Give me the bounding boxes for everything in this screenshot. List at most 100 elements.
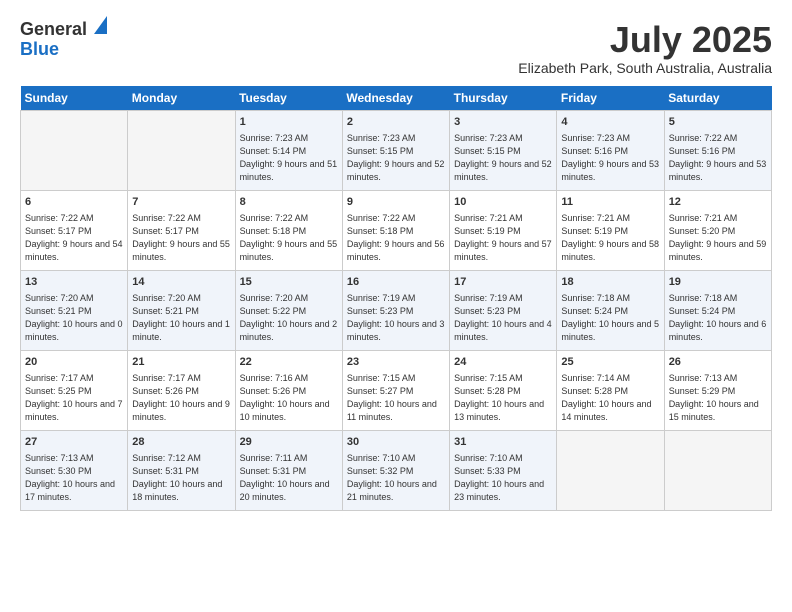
logo: General Blue: [20, 20, 107, 60]
day-number: 8: [240, 195, 338, 210]
calendar-cell: 31 Sunrise: 7:10 AMSunset: 5:33 PMDaylig…: [450, 430, 557, 510]
day-number: 18: [561, 275, 659, 290]
day-number: 27: [25, 435, 123, 450]
day-info: Sunrise: 7:23 AMSunset: 5:14 PMDaylight:…: [240, 132, 338, 184]
day-info: Sunrise: 7:21 AMSunset: 5:20 PMDaylight:…: [669, 212, 767, 264]
calendar-cell: 9 Sunrise: 7:22 AMSunset: 5:18 PMDayligh…: [342, 190, 449, 270]
day-info: Sunrise: 7:13 AMSunset: 5:29 PMDaylight:…: [669, 372, 767, 424]
day-info: Sunrise: 7:10 AMSunset: 5:32 PMDaylight:…: [347, 452, 445, 504]
day-info: Sunrise: 7:17 AMSunset: 5:25 PMDaylight:…: [25, 372, 123, 424]
day-number: 21: [132, 355, 230, 370]
calendar-cell: 16 Sunrise: 7:19 AMSunset: 5:23 PMDaylig…: [342, 270, 449, 350]
calendar-cell: 22 Sunrise: 7:16 AMSunset: 5:26 PMDaylig…: [235, 350, 342, 430]
weekday-header-tuesday: Tuesday: [235, 86, 342, 111]
day-number: 10: [454, 195, 552, 210]
week-row-1: 1 Sunrise: 7:23 AMSunset: 5:14 PMDayligh…: [21, 110, 772, 190]
day-number: 14: [132, 275, 230, 290]
calendar-cell: 20 Sunrise: 7:17 AMSunset: 5:25 PMDaylig…: [21, 350, 128, 430]
logo-general: General: [20, 19, 87, 39]
calendar-cell: [21, 110, 128, 190]
day-number: 23: [347, 355, 445, 370]
day-info: Sunrise: 7:22 AMSunset: 5:18 PMDaylight:…: [240, 212, 338, 264]
calendar-cell: 24 Sunrise: 7:15 AMSunset: 5:28 PMDaylig…: [450, 350, 557, 430]
calendar-cell: 10 Sunrise: 7:21 AMSunset: 5:19 PMDaylig…: [450, 190, 557, 270]
calendar-cell: [557, 430, 664, 510]
day-info: Sunrise: 7:11 AMSunset: 5:31 PMDaylight:…: [240, 452, 338, 504]
calendar-cell: 12 Sunrise: 7:21 AMSunset: 5:20 PMDaylig…: [664, 190, 771, 270]
day-number: 13: [25, 275, 123, 290]
day-number: 19: [669, 275, 767, 290]
calendar-cell: 23 Sunrise: 7:15 AMSunset: 5:27 PMDaylig…: [342, 350, 449, 430]
month-title: July 2025: [518, 20, 772, 60]
week-row-2: 6 Sunrise: 7:22 AMSunset: 5:17 PMDayligh…: [21, 190, 772, 270]
calendar-cell: 2 Sunrise: 7:23 AMSunset: 5:15 PMDayligh…: [342, 110, 449, 190]
day-number: 7: [132, 195, 230, 210]
day-info: Sunrise: 7:22 AMSunset: 5:17 PMDaylight:…: [25, 212, 123, 264]
calendar-cell: [128, 110, 235, 190]
calendar-cell: 5 Sunrise: 7:22 AMSunset: 5:16 PMDayligh…: [664, 110, 771, 190]
title-block: July 2025 Elizabeth Park, South Australi…: [518, 20, 772, 76]
day-number: 20: [25, 355, 123, 370]
weekday-header-saturday: Saturday: [664, 86, 771, 111]
day-info: Sunrise: 7:21 AMSunset: 5:19 PMDaylight:…: [454, 212, 552, 264]
calendar-cell: 18 Sunrise: 7:18 AMSunset: 5:24 PMDaylig…: [557, 270, 664, 350]
day-number: 26: [669, 355, 767, 370]
day-number: 31: [454, 435, 552, 450]
week-row-3: 13 Sunrise: 7:20 AMSunset: 5:21 PMDaylig…: [21, 270, 772, 350]
day-number: 9: [347, 195, 445, 210]
weekday-header-wednesday: Wednesday: [342, 86, 449, 111]
day-number: 16: [347, 275, 445, 290]
day-number: 24: [454, 355, 552, 370]
week-row-4: 20 Sunrise: 7:17 AMSunset: 5:25 PMDaylig…: [21, 350, 772, 430]
calendar-cell: 7 Sunrise: 7:22 AMSunset: 5:17 PMDayligh…: [128, 190, 235, 270]
day-number: 3: [454, 115, 552, 130]
logo-blue: Blue: [20, 39, 59, 59]
calendar-cell: 15 Sunrise: 7:20 AMSunset: 5:22 PMDaylig…: [235, 270, 342, 350]
calendar-cell: 11 Sunrise: 7:21 AMSunset: 5:19 PMDaylig…: [557, 190, 664, 270]
day-number: 28: [132, 435, 230, 450]
calendar-cell: 26 Sunrise: 7:13 AMSunset: 5:29 PMDaylig…: [664, 350, 771, 430]
calendar-cell: 8 Sunrise: 7:22 AMSunset: 5:18 PMDayligh…: [235, 190, 342, 270]
weekday-header-friday: Friday: [557, 86, 664, 111]
day-info: Sunrise: 7:20 AMSunset: 5:21 PMDaylight:…: [25, 292, 123, 344]
calendar-cell: 27 Sunrise: 7:13 AMSunset: 5:30 PMDaylig…: [21, 430, 128, 510]
calendar-cell: 1 Sunrise: 7:23 AMSunset: 5:14 PMDayligh…: [235, 110, 342, 190]
day-number: 12: [669, 195, 767, 210]
weekday-header-monday: Monday: [128, 86, 235, 111]
day-info: Sunrise: 7:12 AMSunset: 5:31 PMDaylight:…: [132, 452, 230, 504]
calendar-cell: 14 Sunrise: 7:20 AMSunset: 5:21 PMDaylig…: [128, 270, 235, 350]
calendar-cell: 17 Sunrise: 7:19 AMSunset: 5:23 PMDaylig…: [450, 270, 557, 350]
day-info: Sunrise: 7:15 AMSunset: 5:28 PMDaylight:…: [454, 372, 552, 424]
day-info: Sunrise: 7:18 AMSunset: 5:24 PMDaylight:…: [669, 292, 767, 344]
day-info: Sunrise: 7:19 AMSunset: 5:23 PMDaylight:…: [454, 292, 552, 344]
week-row-5: 27 Sunrise: 7:13 AMSunset: 5:30 PMDaylig…: [21, 430, 772, 510]
calendar-cell: 29 Sunrise: 7:11 AMSunset: 5:31 PMDaylig…: [235, 430, 342, 510]
day-info: Sunrise: 7:13 AMSunset: 5:30 PMDaylight:…: [25, 452, 123, 504]
day-number: 2: [347, 115, 445, 130]
day-info: Sunrise: 7:23 AMSunset: 5:16 PMDaylight:…: [561, 132, 659, 184]
calendar-cell: 28 Sunrise: 7:12 AMSunset: 5:31 PMDaylig…: [128, 430, 235, 510]
calendar-cell: 3 Sunrise: 7:23 AMSunset: 5:15 PMDayligh…: [450, 110, 557, 190]
day-info: Sunrise: 7:23 AMSunset: 5:15 PMDaylight:…: [347, 132, 445, 184]
weekday-header-thursday: Thursday: [450, 86, 557, 111]
day-number: 22: [240, 355, 338, 370]
day-info: Sunrise: 7:19 AMSunset: 5:23 PMDaylight:…: [347, 292, 445, 344]
day-info: Sunrise: 7:20 AMSunset: 5:21 PMDaylight:…: [132, 292, 230, 344]
page-header: General Blue July 2025 Elizabeth Park, S…: [20, 20, 772, 76]
day-info: Sunrise: 7:21 AMSunset: 5:19 PMDaylight:…: [561, 212, 659, 264]
day-info: Sunrise: 7:15 AMSunset: 5:27 PMDaylight:…: [347, 372, 445, 424]
day-info: Sunrise: 7:22 AMSunset: 5:16 PMDaylight:…: [669, 132, 767, 184]
day-info: Sunrise: 7:22 AMSunset: 5:17 PMDaylight:…: [132, 212, 230, 264]
calendar-cell: 21 Sunrise: 7:17 AMSunset: 5:26 PMDaylig…: [128, 350, 235, 430]
calendar-cell: 19 Sunrise: 7:18 AMSunset: 5:24 PMDaylig…: [664, 270, 771, 350]
calendar-cell: 13 Sunrise: 7:20 AMSunset: 5:21 PMDaylig…: [21, 270, 128, 350]
logo-icon: [89, 16, 107, 34]
day-info: Sunrise: 7:18 AMSunset: 5:24 PMDaylight:…: [561, 292, 659, 344]
day-number: 11: [561, 195, 659, 210]
day-info: Sunrise: 7:17 AMSunset: 5:26 PMDaylight:…: [132, 372, 230, 424]
calendar-table: SundayMondayTuesdayWednesdayThursdayFrid…: [20, 86, 772, 511]
weekday-header-sunday: Sunday: [21, 86, 128, 111]
calendar-cell: 6 Sunrise: 7:22 AMSunset: 5:17 PMDayligh…: [21, 190, 128, 270]
weekday-header-row: SundayMondayTuesdayWednesdayThursdayFrid…: [21, 86, 772, 111]
day-number: 15: [240, 275, 338, 290]
